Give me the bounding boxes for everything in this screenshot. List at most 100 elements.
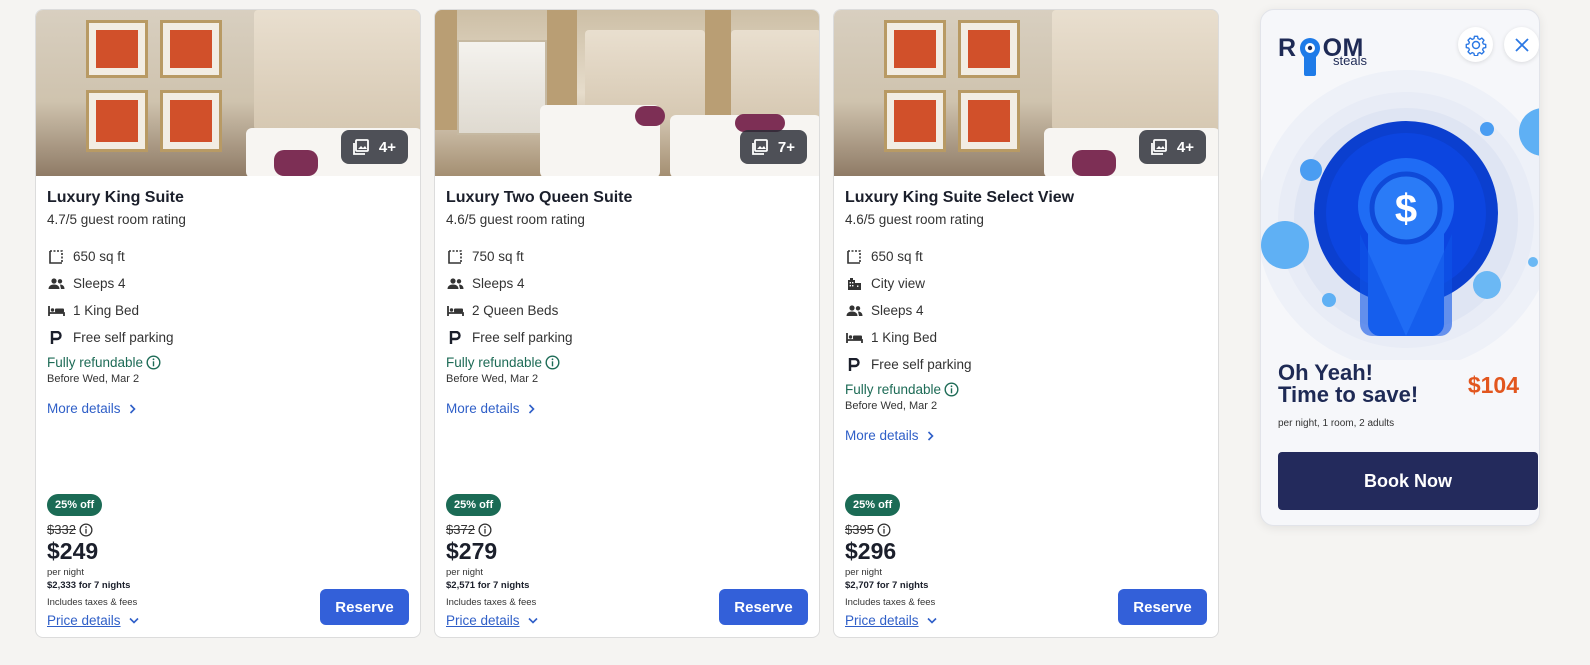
refund-deadline: Before Wed, Mar 2 xyxy=(47,373,140,385)
price-section: 25% off $332 $249 per night $2,333 for 7… xyxy=(47,494,409,628)
current-price: $296 xyxy=(845,538,897,564)
building-icon xyxy=(845,275,863,293)
room-rating: 4.6/5 guest room rating xyxy=(845,212,984,227)
amenity-item: Free self parking xyxy=(47,324,409,351)
parking-icon xyxy=(47,329,65,347)
amenities-list: 750 sq ft Sleeps 4 2 Queen Beds Free sel… xyxy=(446,243,808,351)
reserve-button[interactable]: Reserve xyxy=(1118,589,1207,625)
bed-icon xyxy=(446,302,464,320)
per-night-label: per night xyxy=(845,567,882,578)
price-section: 25% off $372 $279 per night $2,571 for 7… xyxy=(446,494,808,628)
book-now-button[interactable]: Book Now xyxy=(1278,452,1538,510)
discount-badge: 25% off xyxy=(446,494,502,516)
room-rating: 4.7/5 guest room rating xyxy=(47,212,186,227)
info-icon[interactable] xyxy=(877,522,891,537)
amenity-item: 2 Queen Beds xyxy=(446,297,808,324)
refund-policy: Fully refundable xyxy=(47,355,409,370)
roomsteals-logo: R OM steals xyxy=(1278,28,1367,76)
amenity-item: 1 King Bed xyxy=(47,297,409,324)
refund-policy: Fully refundable xyxy=(845,382,1207,397)
info-icon[interactable] xyxy=(545,355,560,370)
chevron-down-icon xyxy=(527,617,538,624)
floor-plan-icon xyxy=(446,248,464,266)
deal-price: $104 xyxy=(1467,372,1519,398)
more-details-link[interactable]: More details xyxy=(47,401,409,416)
bed-icon xyxy=(47,302,65,320)
room-card: 4+ Luxury King Suite 4.7/5 guest room ra… xyxy=(35,9,421,638)
room-photo[interactable]: 4+ xyxy=(834,10,1218,176)
amenity-item: City view xyxy=(845,270,1207,297)
refund-deadline: Before Wed, Mar 2 xyxy=(845,400,938,412)
info-icon[interactable] xyxy=(478,522,492,537)
photo-count: 4+ xyxy=(378,138,396,156)
amenities-list: 650 sq ft City view Sleeps 4 1 King Bed … xyxy=(845,243,1207,378)
amenity-item: Sleeps 4 xyxy=(47,270,409,297)
gear-icon xyxy=(1465,35,1486,56)
bed-icon xyxy=(845,329,863,347)
discount-badge: 25% off xyxy=(47,494,103,516)
room-card: 4+ Luxury King Suite Select View 4.6/5 g… xyxy=(833,9,1219,638)
amenity-item: Free self parking xyxy=(845,351,1207,378)
amenity-item: Free self parking xyxy=(446,324,808,351)
amenity-item: Sleeps 4 xyxy=(845,297,1207,324)
floor-plan-icon xyxy=(47,248,65,266)
more-details-link[interactable]: More details xyxy=(845,428,1207,443)
original-price: $395 xyxy=(845,522,1207,537)
deal-conditions: per night, 1 room, 2 adults xyxy=(1278,418,1395,429)
price-section: 25% off $395 $296 per night $2,707 for 7… xyxy=(845,494,1207,628)
photo-count: 4+ xyxy=(1176,138,1194,156)
room-rating: 4.6/5 guest room rating xyxy=(446,212,585,227)
room-cards-list: 4+ Luxury King Suite 4.7/5 guest room ra… xyxy=(35,9,1219,638)
amenity-item: 650 sq ft xyxy=(845,243,1207,270)
photo-gallery-button[interactable]: 7+ xyxy=(739,130,807,164)
per-night-label: per night xyxy=(446,567,483,578)
amenity-item: 650 sq ft xyxy=(47,243,409,270)
reserve-button[interactable]: Reserve xyxy=(719,589,808,625)
photo-gallery-button[interactable]: 4+ xyxy=(1138,130,1206,164)
savings-illustration: $ xyxy=(1261,70,1539,360)
current-price: $249 xyxy=(47,538,99,564)
chevron-down-icon xyxy=(926,617,937,624)
roomsteals-popup: R OM steals $ Oh Yeah! Time to save! $10… xyxy=(1260,9,1540,526)
amenity-item: 750 sq ft xyxy=(446,243,808,270)
room-title: Luxury Two Queen Suite xyxy=(446,189,633,206)
promo-headline: Oh Yeah! Time to save! xyxy=(1278,360,1419,407)
chevron-right-icon xyxy=(129,403,136,414)
info-icon[interactable] xyxy=(146,355,161,370)
svg-text:$: $ xyxy=(1395,187,1417,231)
room-photo[interactable]: 7+ xyxy=(435,10,819,176)
image-gallery-icon xyxy=(751,139,768,155)
more-details-link[interactable]: More details xyxy=(446,401,808,416)
refund-policy: Fully refundable xyxy=(446,355,808,370)
room-photo[interactable]: 4+ xyxy=(36,10,420,176)
photo-count: 7+ xyxy=(777,138,795,156)
image-gallery-icon xyxy=(1150,139,1167,155)
original-price: $332 xyxy=(47,522,409,537)
room-title: Luxury King Suite Select View xyxy=(845,189,1075,206)
info-icon[interactable] xyxy=(944,382,959,397)
image-gallery-icon xyxy=(352,139,369,155)
close-button[interactable] xyxy=(1504,27,1539,62)
floor-plan-icon xyxy=(845,248,863,266)
people-icon xyxy=(446,275,464,293)
people-icon xyxy=(845,302,863,320)
per-night-label: per night xyxy=(47,567,84,578)
amenity-item: Sleeps 4 xyxy=(446,270,808,297)
discount-badge: 25% off xyxy=(845,494,901,516)
settings-button[interactable] xyxy=(1458,27,1493,62)
info-icon[interactable] xyxy=(79,522,93,537)
amenity-item: 1 King Bed xyxy=(845,324,1207,351)
refund-deadline: Before Wed, Mar 2 xyxy=(446,373,539,385)
parking-icon xyxy=(446,329,464,347)
current-price: $279 xyxy=(446,538,498,564)
chevron-right-icon xyxy=(927,430,934,441)
reserve-button[interactable]: Reserve xyxy=(320,589,409,625)
room-card: 7+ Luxury Two Queen Suite 4.6/5 guest ro… xyxy=(434,9,820,638)
people-icon xyxy=(47,275,65,293)
room-title: Luxury King Suite xyxy=(47,189,184,206)
parking-icon xyxy=(845,356,863,374)
photo-gallery-button[interactable]: 4+ xyxy=(340,130,408,164)
original-price: $372 xyxy=(446,522,808,537)
chevron-right-icon xyxy=(528,403,535,414)
chevron-down-icon xyxy=(128,617,139,624)
